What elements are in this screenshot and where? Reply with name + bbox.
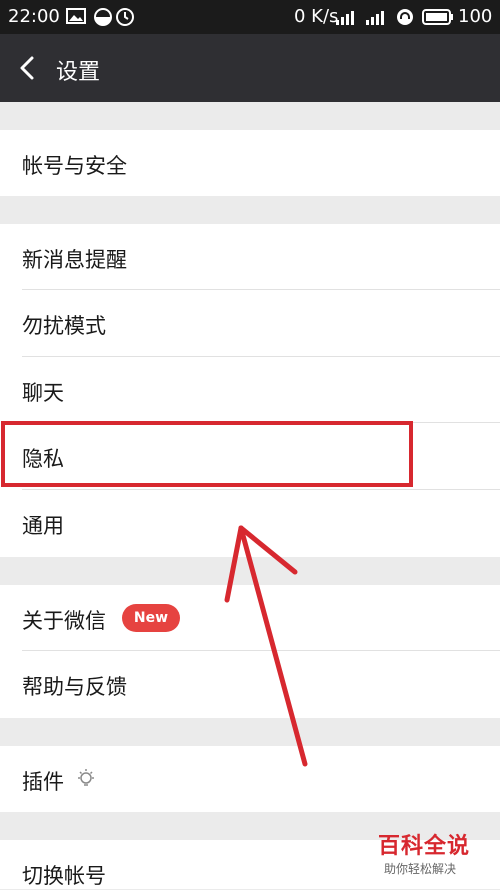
setting-label: 帮助与反馈 xyxy=(22,675,127,699)
setting-label: 通用 xyxy=(22,514,64,538)
setting-help-feedback[interactable]: 帮助与反馈 xyxy=(0,651,500,718)
highlight-box xyxy=(1,421,413,487)
setting-account-security[interactable]: 帐号与安全 xyxy=(0,130,500,196)
page-title: 设置 xyxy=(56,60,101,85)
image-icon xyxy=(66,8,86,29)
back-button[interactable] xyxy=(12,52,44,84)
signal-icon xyxy=(364,8,386,31)
status-bar: 22:00 0 K/s 100 xyxy=(0,0,500,34)
headset-icon xyxy=(396,8,414,31)
setting-chat[interactable]: 聊天 xyxy=(0,357,500,423)
net-speed: 0 K/s xyxy=(294,6,339,27)
alarm-icon xyxy=(116,8,134,31)
new-badge: New xyxy=(122,604,180,632)
lightbulb-icon xyxy=(76,768,96,794)
setting-label: 勿扰模式 xyxy=(22,314,106,338)
status-time: 22:00 xyxy=(8,6,60,27)
watermark: 百科全说 助你轻松解决 xyxy=(370,828,488,884)
setting-general[interactable]: 通用 xyxy=(0,490,500,557)
data-saver-icon xyxy=(94,8,112,31)
chevron-left-icon xyxy=(20,56,34,80)
battery-percent: 100 xyxy=(458,6,493,27)
setting-label: 插件 xyxy=(22,770,64,794)
setting-label: 聊天 xyxy=(22,381,64,405)
setting-new-message-alert[interactable]: 新消息提醒 xyxy=(0,224,500,290)
setting-do-not-disturb[interactable]: 勿扰模式 xyxy=(0,290,500,357)
setting-label: 切换帐号 xyxy=(22,864,106,888)
watermark-title: 百科全说 xyxy=(378,834,471,859)
signal-4g-icon xyxy=(334,8,356,31)
setting-label: 帐号与安全 xyxy=(22,154,127,178)
app-bar: 设置 xyxy=(0,34,500,102)
setting-plugins[interactable]: 插件 xyxy=(0,746,500,812)
setting-label: 新消息提醒 xyxy=(22,248,127,272)
battery-icon xyxy=(422,8,454,31)
watermark-subtitle: 助你轻松解决 xyxy=(384,862,457,876)
setting-about-wechat[interactable]: 关于微信 xyxy=(0,585,500,651)
setting-label: 关于微信 xyxy=(22,609,106,633)
